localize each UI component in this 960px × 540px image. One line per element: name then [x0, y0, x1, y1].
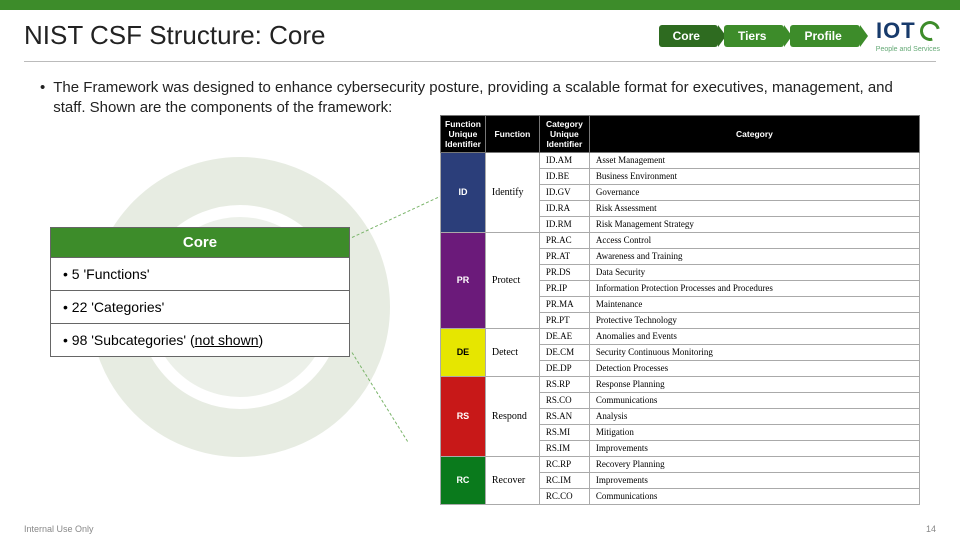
core-card-title: Core: [51, 228, 349, 257]
category-name-cell: Access Control: [589, 232, 919, 248]
footer-classification: Internal Use Only: [24, 524, 94, 534]
category-id-cell: ID.RM: [539, 216, 589, 232]
logo: IOT People and Services: [876, 18, 940, 53]
category-name-cell: Risk Management Strategy: [589, 216, 919, 232]
nav-pills: Core Tiers Profile: [659, 25, 860, 47]
category-id-cell: ID.BE: [539, 168, 589, 184]
function-label-cell: Respond: [485, 376, 539, 456]
framework-table: Function Unique Identifier Function Cate…: [440, 115, 920, 505]
core-card-item: 22 'Categories': [51, 290, 349, 323]
category-name-cell: Recovery Planning: [589, 456, 919, 472]
function-label-cell: Identify: [485, 152, 539, 232]
nav-core[interactable]: Core: [659, 25, 718, 47]
function-id-cell: RC: [441, 456, 486, 504]
connector-line-top: [352, 194, 443, 237]
category-name-cell: Improvements: [589, 472, 919, 488]
category-id-cell: RS.MI: [539, 424, 589, 440]
top-accent-bar: [0, 0, 960, 10]
logo-tagline: People and Services: [876, 46, 940, 53]
nav-tiers[interactable]: Tiers: [724, 25, 784, 47]
table-row: RSRespondRS.RPResponse Planning: [441, 376, 920, 392]
category-name-cell: Detection Processes: [589, 360, 919, 376]
table-row: DEDetectDE.AEAnomalies and Events: [441, 328, 920, 344]
header: NIST CSF Structure: Core Core Tiers Prof…: [0, 10, 960, 57]
category-name-cell: Governance: [589, 184, 919, 200]
nav-profile[interactable]: Profile: [790, 25, 859, 47]
col-func: Function: [485, 115, 539, 152]
category-name-cell: Response Planning: [589, 376, 919, 392]
intro-text: The Framework was designed to enhance cy…: [53, 78, 920, 119]
category-id-cell: PR.IP: [539, 280, 589, 296]
category-name-cell: Security Continuous Monitoring: [589, 344, 919, 360]
category-id-cell: RC.RP: [539, 456, 589, 472]
col-cat-id: Category Unique Identifier: [539, 115, 589, 152]
category-id-cell: DE.AE: [539, 328, 589, 344]
category-id-cell: PR.AT: [539, 248, 589, 264]
category-name-cell: Analysis: [589, 408, 919, 424]
logo-text: IOT: [876, 18, 916, 44]
category-name-cell: Asset Management: [589, 152, 919, 168]
footer: Internal Use Only 14: [24, 524, 936, 534]
category-name-cell: Information Protection Processes and Pro…: [589, 280, 919, 296]
category-id-cell: PR.PT: [539, 312, 589, 328]
category-id-cell: RS.AN: [539, 408, 589, 424]
category-name-cell: Anomalies and Events: [589, 328, 919, 344]
function-label-cell: Recover: [485, 456, 539, 504]
category-id-cell: ID.AM: [539, 152, 589, 168]
page-number: 14: [926, 524, 936, 534]
col-cat: Category: [589, 115, 919, 152]
category-name-cell: Mitigation: [589, 424, 919, 440]
category-id-cell: PR.MA: [539, 296, 589, 312]
category-id-cell: RC.IM: [539, 472, 589, 488]
category-id-cell: PR.AC: [539, 232, 589, 248]
function-id-cell: PR: [441, 232, 486, 328]
category-id-cell: RS.RP: [539, 376, 589, 392]
category-name-cell: Business Environment: [589, 168, 919, 184]
category-name-cell: Improvements: [589, 440, 919, 456]
category-name-cell: Communications: [589, 488, 919, 504]
category-id-cell: RS.IM: [539, 440, 589, 456]
category-id-cell: DE.CM: [539, 344, 589, 360]
category-id-cell: PR.DS: [539, 264, 589, 280]
category-name-cell: Maintenance: [589, 296, 919, 312]
category-id-cell: RS.CO: [539, 392, 589, 408]
core-card-item: 98 'Subcategories' (not shown): [51, 323, 349, 356]
category-name-cell: Risk Assessment: [589, 200, 919, 216]
function-id-cell: DE: [441, 328, 486, 376]
core-summary-card: Core 5 'Functions'22 'Categories'98 'Sub…: [50, 227, 350, 357]
function-label-cell: Detect: [485, 328, 539, 376]
category-id-cell: ID.RA: [539, 200, 589, 216]
table-row: PRProtectPR.ACAccess Control: [441, 232, 920, 248]
table-row: IDIdentifyID.AMAsset Management: [441, 152, 920, 168]
category-name-cell: Protective Technology: [589, 312, 919, 328]
category-id-cell: RC.CO: [539, 488, 589, 504]
core-card-list: 5 'Functions'22 'Categories'98 'Subcateg…: [51, 257, 349, 356]
core-card-item: 5 'Functions': [51, 257, 349, 290]
function-id-cell: ID: [441, 152, 486, 232]
table-row: RCRecoverRC.RPRecovery Planning: [441, 456, 920, 472]
category-name-cell: Data Security: [589, 264, 919, 280]
category-id-cell: ID.GV: [539, 184, 589, 200]
page-title: NIST CSF Structure: Core: [24, 20, 326, 51]
category-id-cell: DE.DP: [539, 360, 589, 376]
col-func-id: Function Unique Identifier: [441, 115, 486, 152]
swirl-icon: [916, 17, 943, 44]
category-name-cell: Communications: [589, 392, 919, 408]
category-name-cell: Awareness and Training: [589, 248, 919, 264]
function-id-cell: RS: [441, 376, 486, 456]
function-label-cell: Protect: [485, 232, 539, 328]
